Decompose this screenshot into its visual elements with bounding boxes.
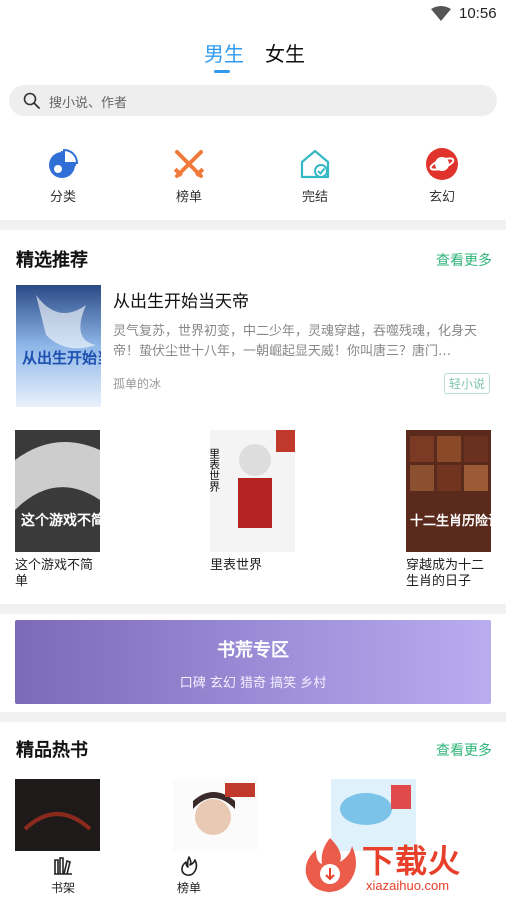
- tab-female[interactable]: 女生: [265, 38, 305, 67]
- section-divider: [0, 604, 506, 614]
- watermark-url: xiazaihuo.com: [366, 878, 450, 893]
- category-label: 榜单: [175, 190, 202, 205]
- category-finished[interactable]: 完结: [275, 140, 355, 205]
- featured-author: 孤单的冰: [113, 377, 162, 391]
- category-row: 分类 榜单 完结 玄幻: [0, 140, 506, 210]
- featured-book[interactable]: 从出生开始当天帝 从出生开始当天帝 灵气复苏，世界初变，中二少年，灵魂穿越，吞噬…: [16, 285, 490, 407]
- book-card[interactable]: 这个游戏不简单 这个游戏不简单: [15, 430, 105, 590]
- status-bar: 10:56: [0, 0, 506, 28]
- category-ranking[interactable]: 榜单: [149, 140, 229, 205]
- cover-title-text: 这个游戏不简单: [21, 512, 100, 529]
- book-cover: 十二生肖历险记: [406, 430, 491, 552]
- section-divider: [0, 220, 506, 230]
- category-classify[interactable]: 分类: [23, 140, 103, 205]
- more-link-featured[interactable]: 查看更多: [436, 250, 492, 270]
- book-shortage-banner[interactable]: 书荒专区 口碑 玄幻 猎奇 搞笑 乡村: [15, 620, 491, 704]
- bookshelf-icon: [54, 857, 72, 875]
- banner-subtitle: 口碑 玄幻 猎奇 搞笑 乡村: [179, 676, 327, 691]
- tab-male[interactable]: 男生: [204, 38, 244, 67]
- nav-bookshelf[interactable]: 书架: [33, 855, 93, 896]
- crossed-swords-icon: [173, 150, 205, 178]
- search-icon: [23, 92, 40, 109]
- section-title-featured: 精选推荐: [16, 250, 88, 271]
- nav-label: 榜单: [176, 881, 201, 895]
- banner-title: 书荒专区: [217, 640, 289, 661]
- cover-title-text: 从出生开始当天帝: [22, 349, 101, 367]
- book-card[interactable]: 十二生肖历险记 穿越成为十二生肖的日子: [406, 430, 496, 590]
- book-cover: 从出生开始当天帝: [16, 285, 101, 407]
- cover-title-text: 里表世界: [210, 448, 221, 493]
- watermark-logo-icon: [305, 838, 356, 892]
- gender-tabs: 男生 女生: [0, 36, 506, 76]
- wifi-icon: [431, 6, 451, 21]
- section-title-hot: 精品热书: [16, 740, 88, 761]
- book-cover: 里表世界: [210, 430, 295, 552]
- section-divider: [0, 712, 506, 722]
- book-title: 这个游戏不简单: [15, 558, 94, 589]
- status-time: 10:56: [459, 5, 497, 22]
- book-card[interactable]: 里表世界 里表世界: [210, 430, 300, 574]
- category-label: 玄幻: [428, 190, 455, 205]
- active-tab-indicator: [214, 70, 230, 73]
- house-check-icon: [300, 149, 330, 179]
- featured-title: 从出生开始当天帝: [113, 292, 249, 312]
- book-cover: [15, 779, 100, 851]
- hot-book-card[interactable]: [15, 779, 100, 851]
- book-cover: 这个游戏不简单: [15, 430, 100, 552]
- site-watermark: 下载火 xiazaihuo.com: [300, 832, 506, 900]
- planet-icon: [426, 148, 458, 180]
- book-cover: [173, 779, 258, 851]
- watermark-text: 下载火: [362, 842, 462, 880]
- category-fantasy[interactable]: 玄幻: [402, 140, 482, 205]
- search-bar[interactable]: 搜小说、作者: [9, 85, 497, 116]
- hot-book-card[interactable]: [173, 779, 258, 851]
- book-title: 里表世界: [210, 558, 263, 573]
- book-title: 穿越成为十二生肖的日子: [406, 558, 485, 589]
- category-label: 分类: [49, 190, 76, 205]
- nav-label: 书架: [50, 881, 75, 895]
- nav-ranking[interactable]: 榜单: [159, 855, 219, 896]
- more-link-hot[interactable]: 查看更多: [436, 740, 492, 760]
- flame-icon: [181, 856, 198, 876]
- featured-description: 灵气复苏，世界初变，中二少年，灵魂穿越，吞噬残魂，化身天帝！蛰伏尘世十八年，一朝…: [113, 324, 478, 359]
- genre-tag: 轻小说: [443, 373, 490, 394]
- pie-chart-icon: [49, 148, 79, 178]
- cover-title-text: 十二生肖历险记: [410, 513, 491, 529]
- category-label: 完结: [301, 190, 328, 205]
- search-placeholder: 搜小说、作者: [49, 96, 128, 111]
